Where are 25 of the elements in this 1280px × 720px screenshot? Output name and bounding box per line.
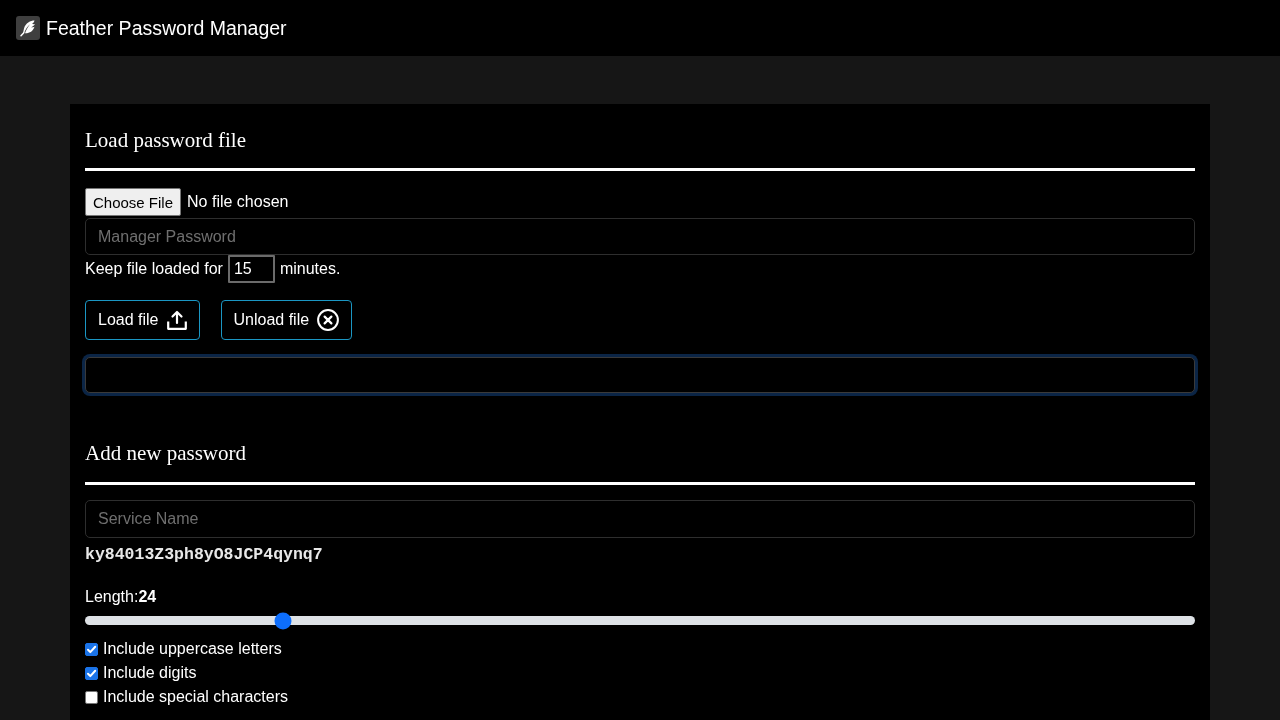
load-file-button[interactable]: Load file xyxy=(85,300,200,340)
service-name-field[interactable]: Service Name xyxy=(85,500,1195,538)
text-field[interactable] xyxy=(85,357,1195,393)
length-label: Length:24 xyxy=(85,587,158,607)
app-title: Feather Password Manager xyxy=(46,16,287,40)
upload-icon xyxy=(166,310,187,330)
feather-logo-icon xyxy=(16,16,40,40)
checkbox-label: Include uppercase letters xyxy=(103,640,282,658)
checkbox-label: Include digits xyxy=(103,664,197,682)
section-heading: Add new password xyxy=(85,440,247,467)
checkbox[interactable] xyxy=(85,642,98,656)
choose-file-button[interactable]: Choose File xyxy=(85,188,182,216)
minutes-field[interactable]: 15 xyxy=(227,255,275,283)
unload-file-button[interactable]: Unload file xyxy=(220,300,353,340)
checkbox[interactable] xyxy=(85,666,98,680)
minutes-label: minutes. xyxy=(279,260,341,278)
checkbox-label: Include special characters xyxy=(103,688,288,706)
file-status-text: No file chosen xyxy=(187,193,289,211)
generated-password-text: ky84013Z3ph8yO8JCP4qynq7 xyxy=(85,545,324,565)
checkbox[interactable] xyxy=(85,690,98,704)
keep-loaded-label: Keep file loaded for xyxy=(85,260,223,278)
manager-password-field[interactable]: Manager Password xyxy=(85,218,1195,255)
close-circle-icon xyxy=(317,309,340,331)
slider-thumb[interactable] xyxy=(274,612,292,629)
section-heading: Load password file xyxy=(85,127,247,154)
